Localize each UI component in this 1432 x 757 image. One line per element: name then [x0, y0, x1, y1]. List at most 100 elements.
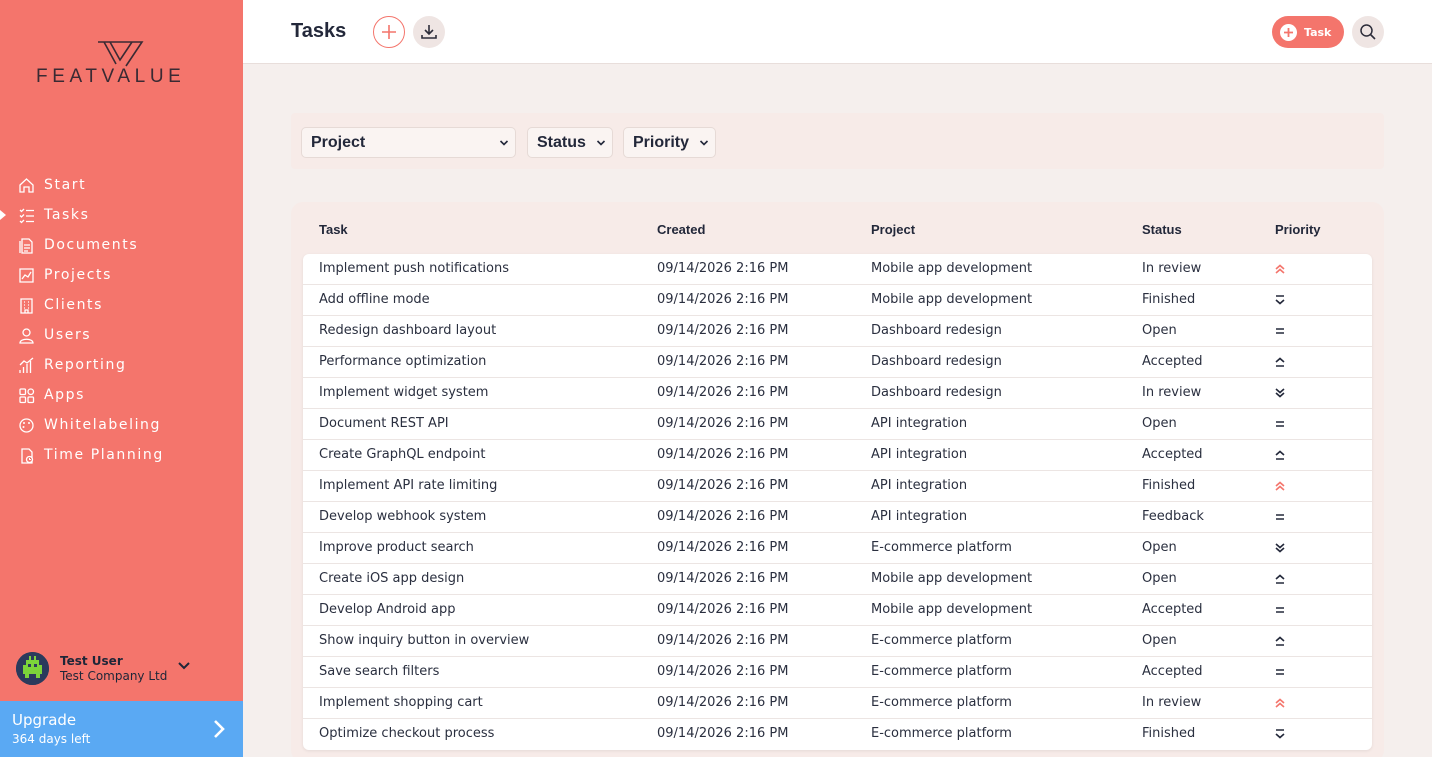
search-button[interactable] — [1352, 16, 1384, 48]
sidebar-item-label: Whitelabeling — [44, 417, 162, 433]
project-name: Mobile app development — [871, 602, 1033, 617]
task-name[interactable]: Implement push notifications — [319, 261, 509, 276]
chevron-down-icon[interactable] — [176, 658, 192, 674]
created-date: 09/14/2026 2:16 PM — [657, 385, 789, 400]
sidebar-item-clients[interactable]: Clients — [0, 290, 243, 320]
column-header-created[interactable]: Created — [657, 222, 705, 237]
chevron-down-icon — [596, 140, 606, 146]
table-row[interactable]: Develop Android app 09/14/2026 2:16 PM Mob… — [303, 595, 1372, 626]
new-task-label: Task — [1304, 25, 1332, 39]
task-name[interactable]: Document REST API — [319, 416, 449, 431]
table-row[interactable]: Save search filters 09/14/2026 2:16 PM E-c… — [303, 657, 1372, 688]
featvalue-logo[interactable]: FEATVALUE — [36, 40, 211, 90]
sidebar-item-apps[interactable]: Apps — [0, 380, 243, 410]
project-filter-select[interactable]: Project — [301, 127, 516, 158]
priority-highest-icon — [1273, 696, 1287, 710]
status-text: Open — [1142, 323, 1177, 338]
user-menu[interactable]: Test User Test Company Ltd — [16, 652, 236, 685]
priority-filter-select[interactable]: Priority — [623, 127, 716, 158]
table-row[interactable]: Implement shopping cart 09/14/2026 2:16 P… — [303, 688, 1372, 719]
task-name[interactable]: Show inquiry button in overview — [319, 633, 529, 648]
sidebar-item-projects[interactable]: Projects — [0, 260, 243, 290]
task-name[interactable]: Develop Android app — [319, 602, 456, 617]
plus-icon — [382, 25, 396, 39]
home-icon — [17, 176, 36, 195]
upgrade-button[interactable]: Upgrade 364 days left — [0, 701, 243, 757]
task-name[interactable]: Save search filters — [319, 664, 439, 679]
task-name[interactable]: Implement widget system — [319, 385, 488, 400]
task-name[interactable]: Performance optimization — [319, 354, 486, 369]
add-task-button[interactable] — [373, 16, 405, 48]
status-text: Accepted — [1142, 354, 1203, 369]
status-text: Finished — [1142, 478, 1196, 493]
created-date: 09/14/2026 2:16 PM — [657, 540, 789, 555]
column-header-priority[interactable]: Priority — [1275, 222, 1321, 237]
task-name[interactable]: Redesign dashboard layout — [319, 323, 496, 338]
upgrade-title: Upgrade — [12, 711, 77, 729]
priority-medium-icon — [1273, 665, 1287, 679]
table-row[interactable]: Implement API rate limiting 09/14/2026 2:… — [303, 471, 1372, 502]
reporting-icon — [17, 356, 36, 375]
column-header-project[interactable]: Project — [871, 222, 915, 237]
new-task-button[interactable]: Task — [1272, 16, 1344, 48]
sidebar-item-label: Projects — [44, 267, 112, 283]
task-name[interactable]: Create iOS app design — [319, 571, 464, 586]
priority-medium-icon — [1273, 324, 1287, 338]
table-row[interactable]: Redesign dashboard layout 09/14/2026 2:16… — [303, 316, 1372, 347]
priority-highest-icon — [1273, 262, 1287, 276]
task-name[interactable]: Develop webhook system — [319, 509, 486, 524]
status-text: In review — [1142, 695, 1202, 710]
status-text: Open — [1142, 416, 1177, 431]
upgrade-days-left: 364 days left — [12, 732, 91, 746]
priority-low-icon — [1273, 727, 1287, 741]
status-text: Open — [1142, 571, 1177, 586]
project-name: API integration — [871, 509, 968, 524]
time-planning-icon — [17, 446, 36, 465]
table-row[interactable]: Improve product search 09/14/2026 2:16 PM… — [303, 533, 1372, 564]
table-row[interactable]: Performance optimization 09/14/2026 2:16 … — [303, 347, 1372, 378]
sidebar-item-users[interactable]: Users — [0, 320, 243, 350]
column-header-status[interactable]: Status — [1142, 222, 1182, 237]
project-name: E-commerce platform — [871, 726, 1012, 741]
apps-icon — [17, 386, 36, 405]
sidebar-item-documents[interactable]: Documents — [0, 230, 243, 260]
table-row[interactable]: Develop webhook system 09/14/2026 2:16 PM… — [303, 502, 1372, 533]
table-row[interactable]: Implement widget system 09/14/2026 2:16 P… — [303, 378, 1372, 409]
status-filter-select[interactable]: Status — [527, 127, 613, 158]
task-name[interactable]: Improve product search — [319, 540, 474, 555]
sidebar-item-whitelabeling[interactable]: Whitelabeling — [0, 410, 243, 440]
chevron-right-icon — [214, 720, 225, 738]
table-row[interactable]: Create GraphQL endpoint 09/14/2026 2:16 P… — [303, 440, 1372, 471]
status-text: Accepted — [1142, 664, 1203, 679]
priority-medium-icon — [1273, 603, 1287, 617]
task-name[interactable]: Add offline mode — [319, 292, 430, 307]
chevron-down-icon — [499, 140, 509, 146]
task-name[interactable]: Implement shopping cart — [319, 695, 483, 710]
chevron-down-icon — [699, 140, 709, 146]
created-date: 09/14/2026 2:16 PM — [657, 602, 789, 617]
user-company: Test Company Ltd — [60, 669, 168, 683]
download-icon — [421, 25, 437, 39]
table-row[interactable]: Optimize checkout process 09/14/2026 2:16… — [303, 719, 1372, 750]
task-name[interactable]: Create GraphQL endpoint — [319, 447, 485, 462]
sidebar-item-time-planning[interactable]: Time Planning — [0, 440, 243, 470]
table-row[interactable]: Implement push notifications 09/14/2026 2… — [303, 254, 1372, 285]
status-text: Open — [1142, 540, 1177, 555]
sidebar-item-start[interactable]: Start — [0, 170, 243, 200]
sidebar-item-reporting[interactable]: Reporting — [0, 350, 243, 380]
sidebar-item-tasks[interactable]: Tasks — [0, 200, 243, 230]
priority-highest-icon — [1273, 479, 1287, 493]
column-header-task[interactable]: Task — [319, 222, 348, 237]
task-name[interactable]: Optimize checkout process — [319, 726, 494, 741]
sidebar-nav: Start Tasks Documents Projects Clients Users R… — [0, 170, 243, 470]
table-row[interactable]: Show inquiry button in overview 09/14/202… — [303, 626, 1372, 657]
filter-bar: Project Status Priority — [291, 113, 1384, 169]
status-text: Accepted — [1142, 447, 1203, 462]
task-name[interactable]: Implement API rate limiting — [319, 478, 497, 493]
tasks-icon — [17, 206, 36, 225]
table-row[interactable]: Document REST API 09/14/2026 2:16 PM API i… — [303, 409, 1372, 440]
download-button[interactable] — [413, 16, 445, 48]
project-name: E-commerce platform — [871, 695, 1012, 710]
table-row[interactable]: Create iOS app design 09/14/2026 2:16 PM M… — [303, 564, 1372, 595]
table-row[interactable]: Add offline mode 09/14/2026 2:16 PM Mobile… — [303, 285, 1372, 316]
